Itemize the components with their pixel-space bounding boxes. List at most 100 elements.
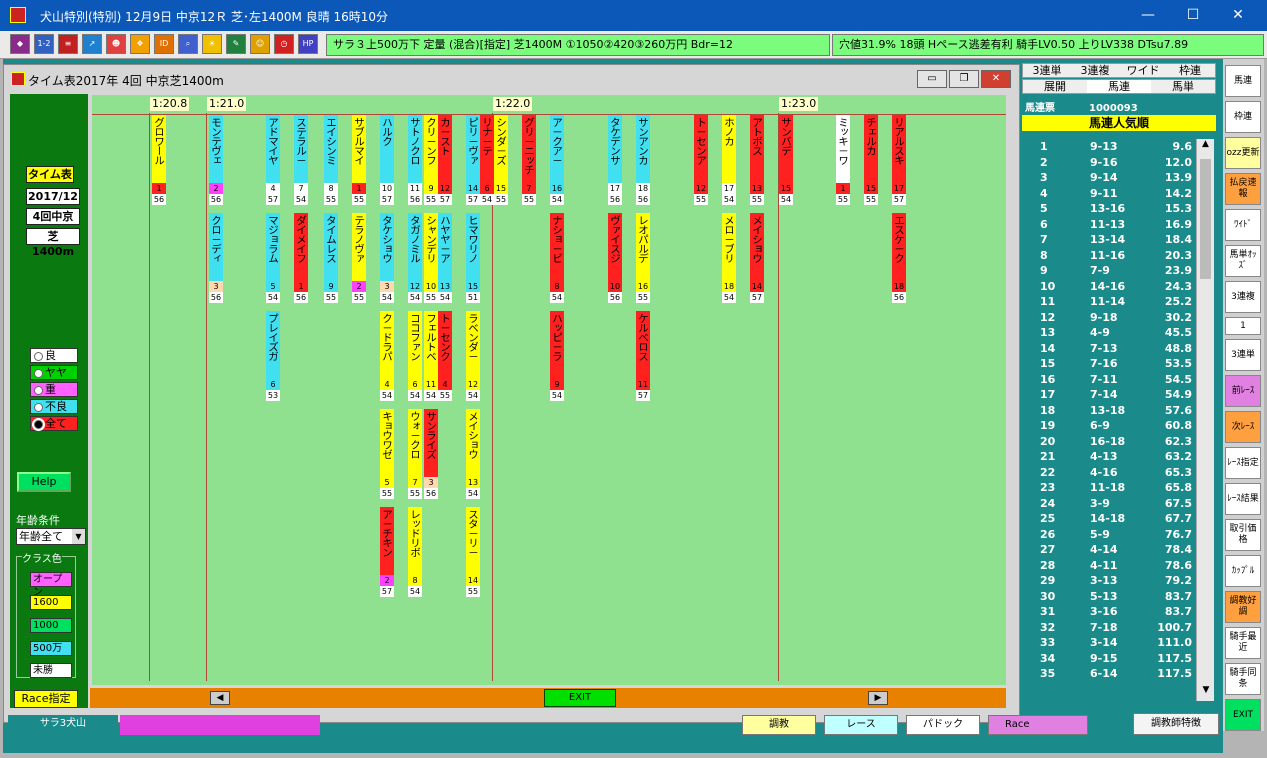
horse-card[interactable]: モンテヴェ 2 56 <box>209 115 223 205</box>
odds-row[interactable]: 8 11-16 20.3 <box>1022 248 1196 264</box>
horse-card[interactable]: キョウワゼ 5 55 <box>380 409 394 499</box>
help-button[interactable]: Help <box>17 472 71 492</box>
odds-row[interactable]: 30 5-13 83.7 <box>1022 589 1196 605</box>
odds-row[interactable]: 35 6-14 117.5 <box>1022 666 1196 682</box>
inner-minimize-button[interactable]: ▭ <box>917 70 947 88</box>
odds-row[interactable]: 21 4-13 63.2 <box>1022 449 1196 465</box>
side-button-3[interactable]: 払戻速報 <box>1225 173 1261 205</box>
odds-row[interactable]: 28 4-11 78.6 <box>1022 558 1196 574</box>
horse-card[interactable]: ア－チキン 2 57 <box>380 507 394 597</box>
side-button-10[interactable]: 次ﾚｰｽ <box>1225 411 1261 443</box>
prev-arrow-icon[interactable]: ◀ <box>210 691 230 705</box>
horse-card[interactable]: ミッキ－ワ 1 55 <box>836 115 850 205</box>
horse-card[interactable]: レオパルデ 16 55 <box>636 213 650 303</box>
cond-radio-2[interactable]: 重 <box>30 382 78 397</box>
horse-card[interactable]: ダイメイフ 1 56 <box>294 213 308 303</box>
odds-row[interactable]: 19 6-9 60.8 <box>1022 418 1196 434</box>
side-button-7[interactable]: 1 <box>1225 317 1261 335</box>
horse-icon[interactable]: ◆ <box>10 34 30 54</box>
side-button-16[interactable]: 騎手最近 <box>1225 627 1261 659</box>
cond-radio-4[interactable]: 全て <box>30 416 78 431</box>
odds-row[interactable]: 33 3-14 111.0 <box>1022 635 1196 651</box>
side-button-0[interactable]: 馬連 <box>1225 65 1261 97</box>
horse-card[interactable]: シャンデリ 10 55 <box>424 213 438 303</box>
horse-card[interactable]: ケルベロス 11 57 <box>636 311 650 401</box>
horse-card[interactable]: ココファン 6 54 <box>408 311 422 401</box>
horse-card[interactable]: リアルスキ 17 57 <box>892 115 906 205</box>
horse-card[interactable]: メイショウ 13 54 <box>466 409 480 499</box>
horse-card[interactable]: サブルマイ 1 55 <box>352 115 366 205</box>
horse-card[interactable]: リナ－テ 6 54 <box>480 115 494 205</box>
tab-3rentan[interactable]: 3連単 <box>1023 64 1071 77</box>
horse-card[interactable]: マジョラム 5 54 <box>266 213 280 303</box>
odds-row[interactable]: 25 14-18 67.7 <box>1022 511 1196 527</box>
odds-row[interactable]: 24 3-9 67.5 <box>1022 496 1196 512</box>
scroll-up-icon[interactable]: ▲ <box>1197 139 1214 155</box>
side-button-11[interactable]: ﾚｰｽ指定 <box>1225 447 1261 479</box>
horse-card[interactable]: ト－センア 12 55 <box>694 115 708 205</box>
paddock-button[interactable]: パドック <box>906 715 980 735</box>
horse-card[interactable]: ナショ－ビ 8 54 <box>550 213 564 303</box>
horse-card[interactable]: メイショウ 14 57 <box>750 213 764 303</box>
odds-row[interactable]: 18 13-18 57.6 <box>1022 403 1196 419</box>
trainer-icon[interactable]: ❖ <box>130 34 150 54</box>
horse-card[interactable]: クリ－ンフ 9 55 <box>424 115 438 205</box>
sun-icon[interactable]: ☀ <box>202 34 222 54</box>
odds-row[interactable]: 10 14-16 24.3 <box>1022 279 1196 295</box>
odds-row[interactable]: 7 13-14 18.4 <box>1022 232 1196 248</box>
odds-row[interactable]: 26 5-9 76.7 <box>1022 527 1196 543</box>
odds-row[interactable]: 27 4-14 78.4 <box>1022 542 1196 558</box>
odds-row[interactable]: 22 4-16 65.3 <box>1022 465 1196 481</box>
horse-card[interactable]: ハルク 10 57 <box>380 115 394 205</box>
horse-card[interactable]: エイシンミ 8 55 <box>324 115 338 205</box>
horse-card[interactable]: チェルカ 15 55 <box>864 115 878 205</box>
age-select[interactable]: 年齢全て ▼ <box>16 528 86 545</box>
schedule-icon[interactable]: 1-2 <box>34 34 54 54</box>
horse-card[interactable]: スタ－リ－ 14 55 <box>466 507 480 597</box>
odds-row[interactable]: 5 13-16 15.3 <box>1022 201 1196 217</box>
cond-radio-3[interactable]: 不良 <box>30 399 78 414</box>
side-button-8[interactable]: 3連単 <box>1225 339 1261 371</box>
odds-row[interactable]: 11 11-14 25.2 <box>1022 294 1196 310</box>
horse-card[interactable]: サンアンカ 18 56 <box>636 115 650 205</box>
odds-row[interactable]: 32 7-18 100.7 <box>1022 620 1196 636</box>
chart-icon[interactable]: ↗ <box>82 34 102 54</box>
odds-row[interactable]: 13 4-9 45.5 <box>1022 325 1196 341</box>
race-button[interactable]: レース <box>824 715 898 735</box>
odds-scrollbar[interactable]: ▲ ▼ <box>1196 139 1214 701</box>
horse-card[interactable]: フェルトベ 11 54 <box>424 311 438 401</box>
horse-card[interactable]: ホノカ 17 54 <box>722 115 736 205</box>
odds-row[interactable]: 15 7-16 53.5 <box>1022 356 1196 372</box>
odds-row[interactable]: 3 9-14 13.9 <box>1022 170 1196 186</box>
tab-wide[interactable]: ワイド <box>1119 64 1167 77</box>
odds-row[interactable]: 31 3-16 83.7 <box>1022 604 1196 620</box>
cond-radio-1[interactable]: ヤヤ <box>30 365 78 380</box>
scroll-thumb[interactable] <box>1200 159 1211 279</box>
horse-card[interactable]: グロワール 1 56 <box>152 115 166 205</box>
horse-card[interactable]: ピリ－ヴァ 14 57 <box>466 115 480 205</box>
side-button-13[interactable]: 取引価格 <box>1225 519 1261 551</box>
side-button-5[interactable]: 馬単ｵｯｽﾞ <box>1225 245 1261 277</box>
hp-icon[interactable]: HP <box>298 34 318 54</box>
horse-card[interactable]: アドマイヤ 4 57 <box>266 115 280 205</box>
scroll-down-icon[interactable]: ▼ <box>1197 685 1215 701</box>
horse-card[interactable]: エスケ－ク 18 56 <box>892 213 906 303</box>
trainer-feature-button[interactable]: 調教師特徴 <box>1133 713 1219 735</box>
close-button[interactable]: ✕ <box>1215 0 1261 31</box>
odds-row[interactable]: 16 7-11 54.5 <box>1022 372 1196 388</box>
horse-card[interactable]: クロ－ディ 3 56 <box>209 213 223 303</box>
horse-card[interactable]: アトボス 13 55 <box>750 115 764 205</box>
side-button-2[interactable]: ozz更新 <box>1225 137 1261 169</box>
odds-row[interactable]: 34 9-15 117.5 <box>1022 651 1196 667</box>
face-icon[interactable]: ☺ <box>250 34 270 54</box>
jockey-icon[interactable]: ☻ <box>106 34 126 54</box>
horse-card[interactable]: グリ－ニッチ 7 55 <box>522 115 536 205</box>
horse-card[interactable]: ヒマワリノ 15 51 <box>466 213 480 303</box>
horse-card[interactable]: サンライズ 3 56 <box>424 409 438 499</box>
odds-row[interactable]: 12 9-18 30.2 <box>1022 310 1196 326</box>
odds-row[interactable]: 14 7-13 48.8 <box>1022 341 1196 357</box>
horse-card[interactable]: タイムレス 9 55 <box>324 213 338 303</box>
id-icon[interactable]: ID <box>154 34 174 54</box>
side-button-14[interactable]: ｶｯﾌﾟﾙ <box>1225 555 1261 587</box>
odds-row[interactable]: 1 9-13 9.6 <box>1022 139 1196 155</box>
